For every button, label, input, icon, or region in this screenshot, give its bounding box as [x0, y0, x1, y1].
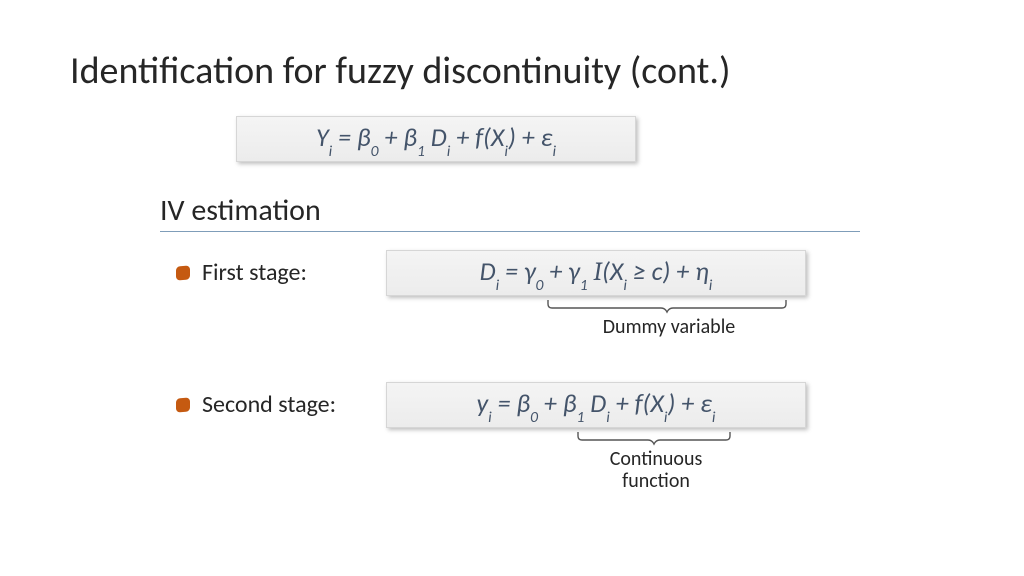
annotation-continuous-function: Continuous function: [576, 430, 736, 492]
eq-text: y: [476, 387, 488, 419]
eq-text: + f(X: [610, 387, 664, 419]
eq-indicator: I: [588, 257, 602, 287]
annotation-line: Continuous: [610, 447, 703, 471]
eq-sub: 0: [371, 142, 379, 161]
eq-text: + β: [379, 121, 417, 153]
slide-title: Identification for fuzzy discontinuity (…: [70, 48, 731, 94]
eq-text: (X: [602, 255, 623, 287]
eq-sub: 1: [580, 276, 588, 295]
brace-icon: [576, 430, 736, 446]
eq-text: ≥ c): [627, 255, 670, 287]
annotation-label: Continuous function: [576, 448, 736, 492]
eq-text: + γ: [543, 255, 579, 287]
eq-text: = β: [332, 121, 370, 153]
eq-sub: i: [606, 408, 610, 427]
eq-sub: i: [329, 142, 333, 161]
bullet-second-stage: Second stage:: [176, 390, 336, 419]
eq-sub: i: [712, 408, 716, 427]
eq-sub: i: [488, 408, 492, 427]
bullet-icon: [176, 265, 190, 280]
eq-text: + f(X: [450, 121, 504, 153]
eq-text: = β: [492, 387, 530, 419]
eq-text: + η: [670, 255, 708, 287]
annotation-line: function: [622, 469, 690, 493]
eq-text: = γ: [499, 255, 535, 287]
eq-sub: i: [496, 276, 500, 295]
eq-text: D: [425, 121, 447, 153]
bullet-icon: [176, 397, 190, 412]
equation-main: Yi = β0 + β1 Di + f(Xi) + εi: [236, 116, 636, 162]
eq-sub: i: [552, 142, 556, 161]
brace-icon: [546, 298, 792, 314]
eq-text: D: [480, 255, 496, 287]
eq-text: ) + ε: [508, 121, 552, 153]
annotation-dummy-variable: Dummy variable: [546, 298, 792, 338]
eq-sub: 1: [417, 142, 425, 161]
eq-text: Y: [316, 121, 329, 153]
equation-first-stage: Di = γ0 + γ1 I(Xi ≥ c) + ηi: [386, 250, 806, 296]
eq-sub: 1: [576, 408, 584, 427]
eq-sub: i: [664, 408, 668, 427]
eq-text: D: [584, 387, 606, 419]
bullet-label: Second stage:: [202, 390, 336, 419]
bullet-label: First stage:: [202, 258, 307, 287]
eq-sub: 0: [536, 276, 544, 295]
equation-second-stage: yi = β0 + β1 Di + f(Xi) + εi: [386, 382, 806, 428]
annotation-label: Dummy variable: [546, 316, 792, 338]
section-heading: IV estimation: [160, 192, 860, 232]
eq-sub: 0: [530, 408, 538, 427]
eq-sub: i: [623, 276, 627, 295]
slide: Identification for fuzzy discontinuity (…: [0, 0, 1024, 576]
eq-sub: i: [504, 142, 508, 161]
eq-sub: i: [709, 276, 713, 295]
bullet-first-stage: First stage:: [176, 258, 307, 287]
eq-text: + β: [538, 387, 576, 419]
eq-text: ) + ε: [667, 387, 711, 419]
eq-sub: i: [447, 142, 451, 161]
